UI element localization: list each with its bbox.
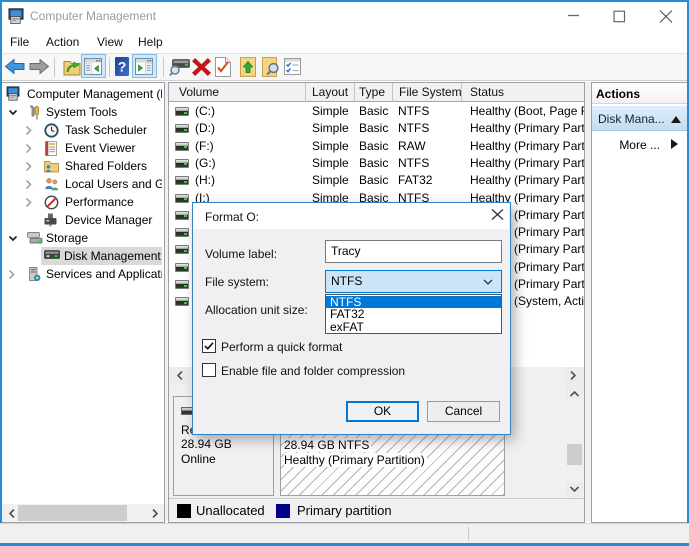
- svg-text:?: ?: [118, 59, 127, 75]
